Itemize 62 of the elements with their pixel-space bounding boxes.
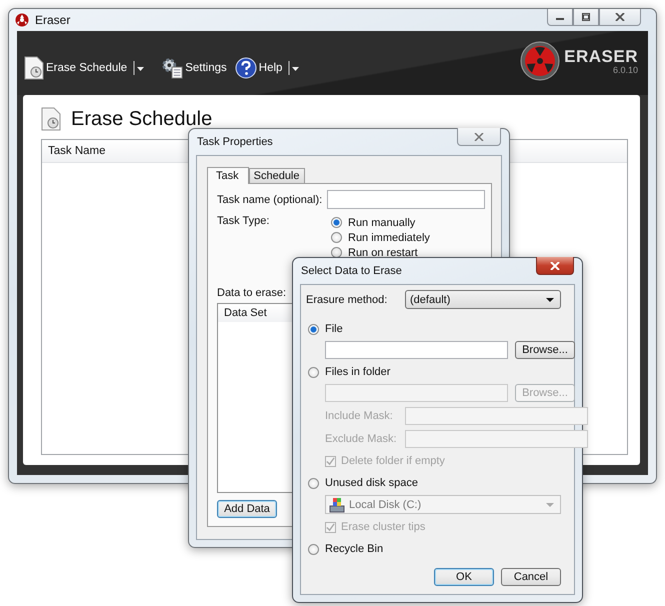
minimize-button[interactable] [547,9,573,26]
column-header[interactable]: Task Name [42,145,106,157]
option-label: Recycle Bin [325,543,384,555]
caret-icon [288,61,300,75]
option-label: Erase cluster tips [341,521,426,533]
option-label: Run manually [348,216,416,228]
field-label: Exclude Mask: [325,433,398,445]
radio-button[interactable] [331,232,342,243]
option-label: Files in folder [325,366,390,378]
field-label: Erasure method: [306,294,388,306]
close-button[interactable] [536,257,574,275]
input-field[interactable] [327,190,485,209]
logo-icon [520,41,560,81]
browse-button[interactable]: Browse... [515,341,575,359]
method-dropdown[interactable]: (default) [405,290,561,309]
radio-button[interactable] [308,324,319,334]
toolbar-button[interactable]: Help [230,57,286,79]
option-label: Unused disk space [325,477,418,489]
dialog-button[interactable]: Cancel [501,568,561,586]
caret-icon [546,298,554,302]
drive-icon [329,496,345,512]
caret-icon [546,502,554,506]
field-label: Data to erase: [217,287,288,299]
logo-text: ERASER [564,48,638,64]
toolbar-button[interactable]: Erase Schedule [20,56,132,80]
path-field[interactable] [325,341,508,359]
help-icon [234,57,257,79]
column-header[interactable]: Data Set [218,307,267,319]
restore-icon [581,13,591,21]
tab[interactable]: Schedule [248,168,304,183]
toolbar-button[interactable]: Settings [157,57,231,79]
version-label: 6.0.10 [612,64,638,74]
document-clock-icon [24,56,44,80]
option-label: File [325,323,343,335]
close-button[interactable] [599,9,641,26]
page-title: Erase Schedule [71,108,212,130]
option-label: Run on restart [348,246,418,258]
field-label: Task Type: [217,215,270,227]
app-icon [15,13,29,27]
dialog-title: Select Data to Erase [301,265,402,277]
radio-button[interactable] [308,544,319,554]
maximize-button[interactable] [573,9,599,26]
dropdown-button[interactable] [133,61,146,75]
radio-button[interactable] [331,217,342,228]
field-label: Include Mask: [325,410,394,422]
document-clock-icon [41,107,61,131]
option-label: Delete folder if empty [341,455,445,467]
option-label: Run immediately [348,232,430,244]
close-icon [615,13,625,21]
caret-icon [133,61,146,75]
dialog-button[interactable]: OK [434,568,494,586]
radio-button[interactable] [331,247,342,258]
dialog-title: Task Properties [197,136,273,148]
gear-icon [161,57,184,79]
close-icon [474,132,484,140]
dropdown-button[interactable] [288,61,300,75]
window-title: Eraser [35,13,70,27]
field-label: Task name (optional): [217,194,324,206]
tab[interactable]: Task [207,167,249,184]
add-data-button[interactable]: Add Data [217,500,277,518]
close-button[interactable] [457,128,501,146]
close-icon [550,262,560,270]
